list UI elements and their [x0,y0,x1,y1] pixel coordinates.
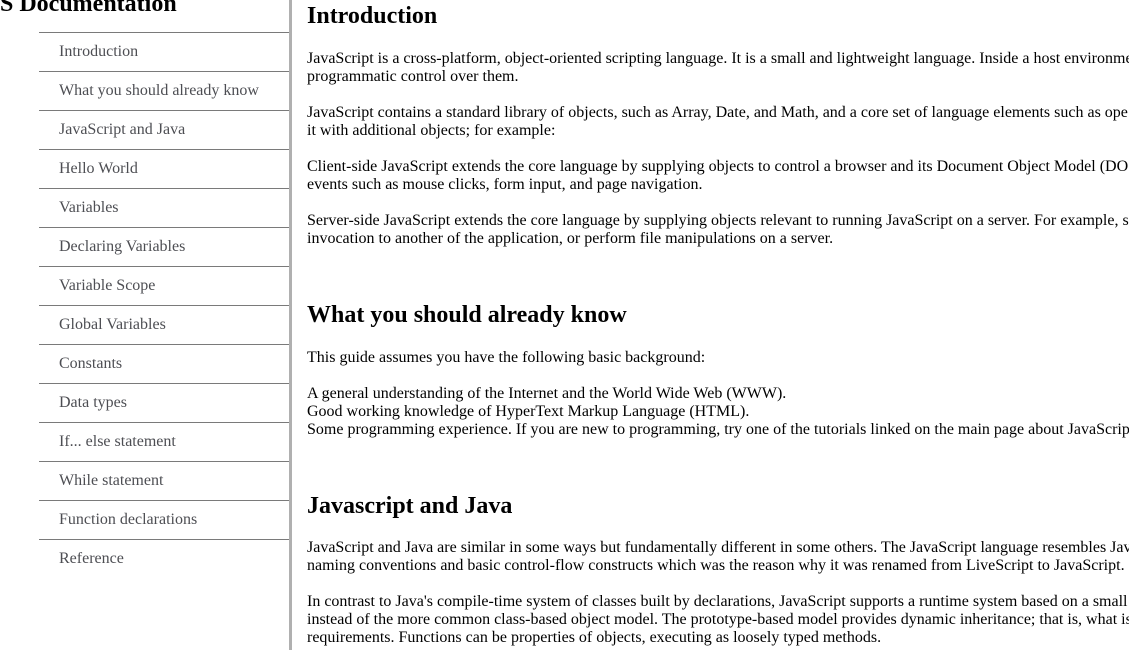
nav-list: Introduction What you should already kno… [39,32,289,578]
paragraph: JavaScript is a cross-platform, object-o… [307,50,1129,86]
list-item: Some programming experience. If you are … [307,421,1129,438]
section-what-you-should-already-know: What you should already know This guide … [307,300,1129,438]
section-title: Javascript and Java [307,493,513,519]
paragraph-line: invocation to another of the application… [307,230,834,247]
paragraph-line: instead of the more common class-based o… [307,611,1129,628]
paragraph: Client-side JavaScript extends the core … [307,158,1128,194]
paragraph-line: JavaScript contains a standard library o… [307,104,1128,121]
main-doc: Introduction JavaScript is a cross-platf… [307,0,1129,650]
nav-link-constants[interactable]: Constants [39,345,289,383]
nav-item: Hello World [39,149,289,188]
nav-link-if-else-statement[interactable]: If... else statement [39,423,289,461]
list-item: Good working knowledge of HyperText Mark… [307,403,750,420]
nav-item: JavaScript and Java [39,110,289,149]
list-item: A general understanding of the Internet … [307,385,787,402]
paragraph-line: naming conventions and basic control-flo… [307,557,1125,574]
paragraph-line: it with additional objects; for example: [307,122,556,139]
nav-link-while-statement[interactable]: While statement [39,462,289,500]
navbar: JS Documentation Introduction What you s… [0,0,292,650]
nav-item: Declaring Variables [39,227,289,266]
section-introduction: Introduction JavaScript is a cross-platf… [307,1,1129,247]
paragraph-line: This guide assumes you have the followin… [307,349,706,366]
nav-item: Function declarations [39,500,289,539]
nav-item: Variables [39,188,289,227]
paragraph-line: JavaScript and Java are similar in some … [307,539,1129,556]
paragraph: Server-side JavaScript extends the core … [307,212,1129,248]
nav-item: Reference [39,539,289,578]
paragraph-line: In contrast to Java's compile-time syste… [307,593,1128,610]
nav-link-data-types[interactable]: Data types [39,384,289,422]
section-title: Introduction [307,3,438,29]
paragraph-line: requirements. Functions can be propertie… [307,629,882,646]
paragraph: This guide assumes you have the followin… [307,349,705,367]
paragraph: JavaScript and Java are similar in some … [307,539,1129,575]
navbar-header: JS Documentation [0,0,177,17]
nav-item: Introduction [39,32,289,71]
paragraph: JavaScript contains a standard library o… [307,104,1128,140]
section-javascript-and-java: Javascript and Java JavaScript and Java … [307,491,1129,646]
paragraph-line: programmatic control over them. [307,68,519,85]
background-list: A general understanding of the Internet … [307,385,1129,439]
nav-item: If... else statement [39,422,289,461]
paragraph-line: Client-side JavaScript extends the core … [307,158,1129,175]
nav-item: While statement [39,461,289,500]
nav-link-reference[interactable]: Reference [39,540,289,578]
nav-link-variables[interactable]: Variables [39,189,289,227]
nav-link-what-you-should-already-know[interactable]: What you should already know [39,72,289,110]
nav-link-introduction[interactable]: Introduction [39,33,289,71]
nav-item: Variable Scope [39,266,289,305]
nav-item: Constants [39,344,289,383]
nav-link-hello-world[interactable]: Hello World [39,150,289,188]
paragraph-line: Server-side JavaScript extends the core … [307,212,1129,229]
nav-link-variable-scope[interactable]: Variable Scope [39,267,289,305]
nav-link-javascript-and-java[interactable]: JavaScript and Java [39,111,289,149]
section-title: What you should already know [307,302,627,328]
paragraph-line: JavaScript is a cross-platform, object-o… [307,50,1129,67]
nav-item: Data types [39,383,289,422]
paragraph: In contrast to Java's compile-time syste… [307,593,1129,647]
nav-link-global-variables[interactable]: Global Variables [39,306,289,344]
nav-link-declaring-variables[interactable]: Declaring Variables [39,228,289,266]
nav-item: Global Variables [39,305,289,344]
paragraph-line: events such as mouse clicks, form input,… [307,176,703,193]
nav-item: What you should already know [39,71,289,110]
nav-link-function-declarations[interactable]: Function declarations [39,501,289,539]
